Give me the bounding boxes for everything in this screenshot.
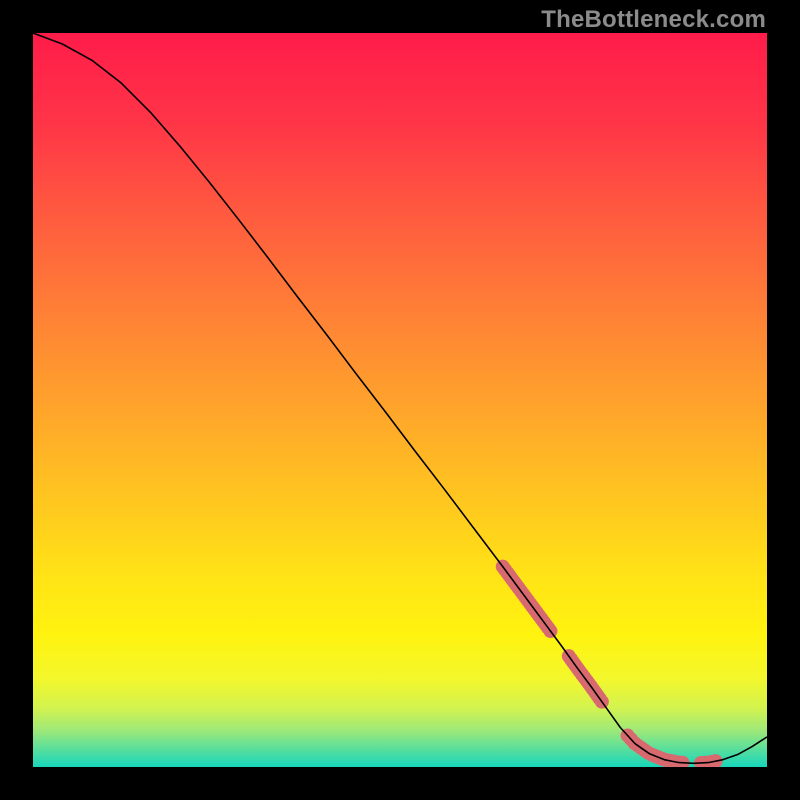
- chart-stage: TheBottleneck.com: [0, 0, 800, 800]
- chart-curve-layer: [33, 33, 767, 767]
- plot-area: [33, 33, 767, 767]
- marker-group: [496, 560, 723, 767]
- curve-path: [33, 33, 767, 763]
- watermark-text: TheBottleneck.com: [541, 6, 766, 34]
